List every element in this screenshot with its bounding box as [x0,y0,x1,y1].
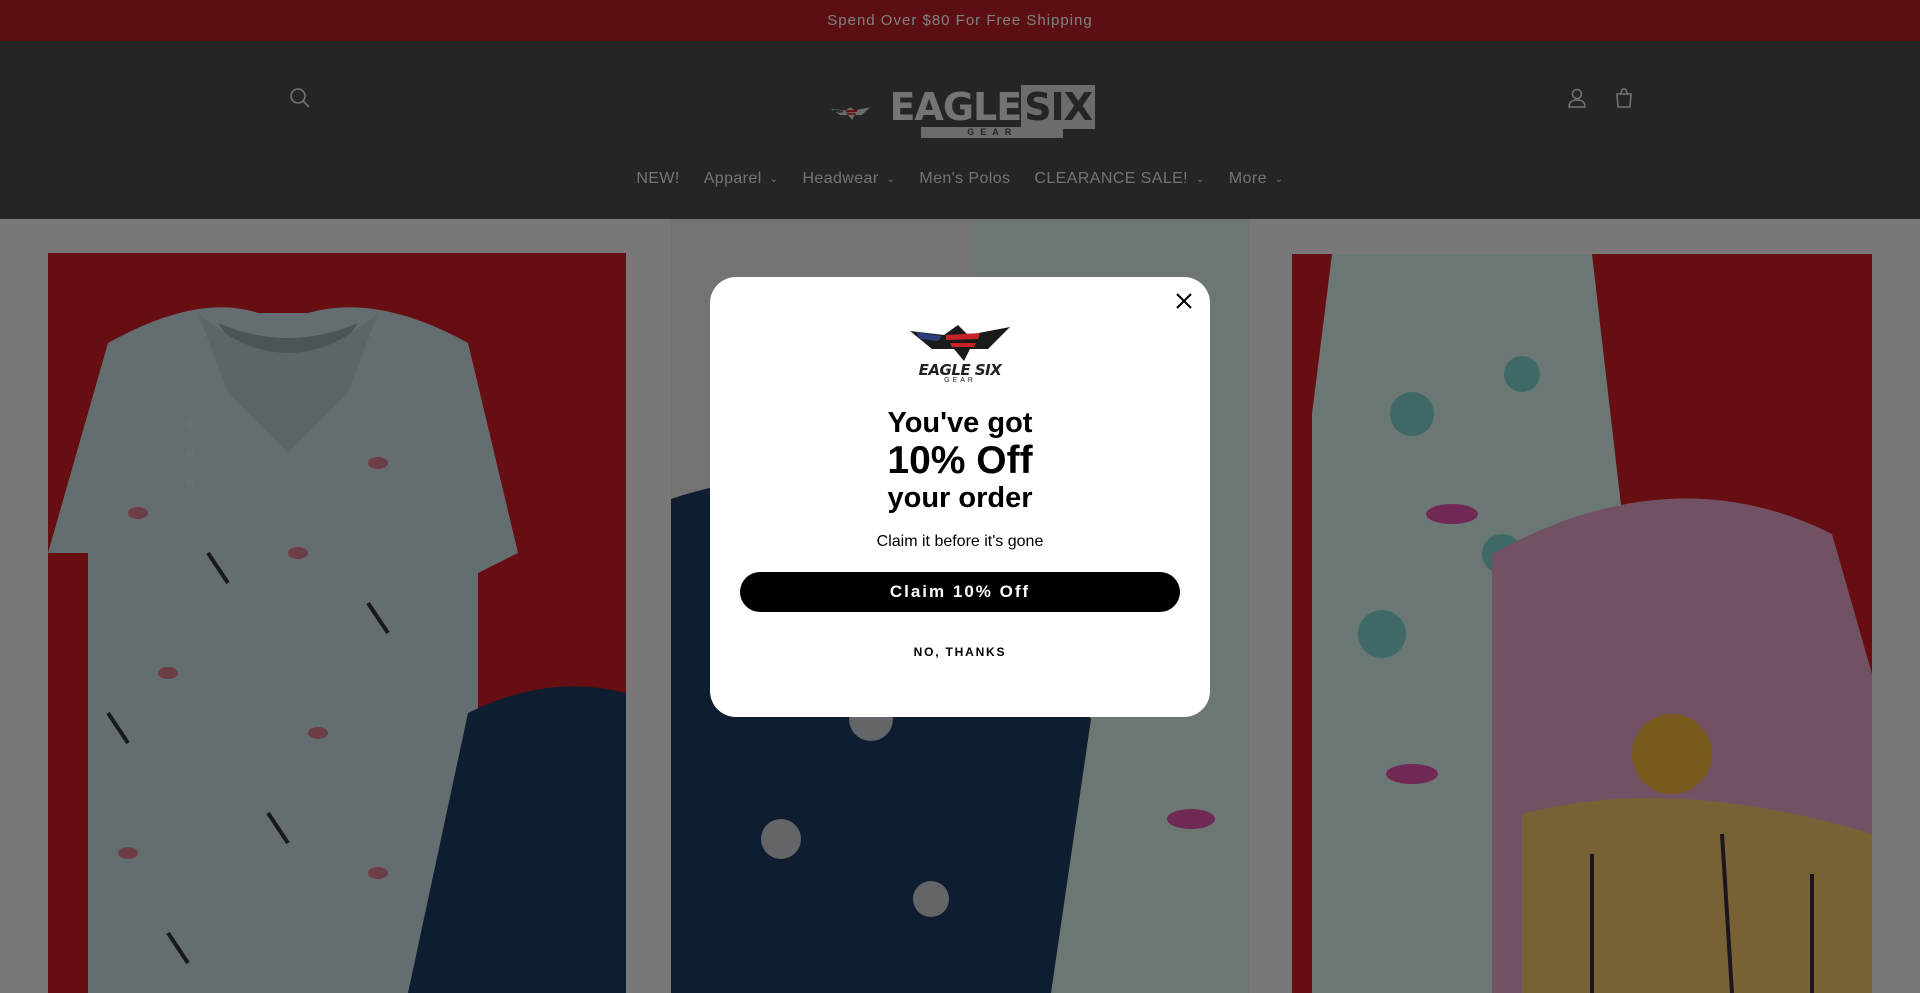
decline-link[interactable]: NO, THANKS [710,645,1210,659]
popup-headline-discount: 10% Off [887,439,1033,482]
popup-headline-line-1: You've got [887,407,1033,439]
eagle-flag-logo-icon [910,325,1010,361]
close-icon[interactable] [1172,289,1196,313]
popup-subtext: Claim it before it's gone [876,533,1044,550]
popup-logo: EAGLE SIX GEAR [910,319,1010,389]
discount-popup: EAGLE SIX GEAR You've got 10% Off your o… [710,277,1210,717]
claim-discount-button[interactable]: Claim 10% Off [740,572,1180,612]
popup-logo-sub: GEAR [944,377,976,384]
popup-headline-line-3: your order [887,482,1033,514]
